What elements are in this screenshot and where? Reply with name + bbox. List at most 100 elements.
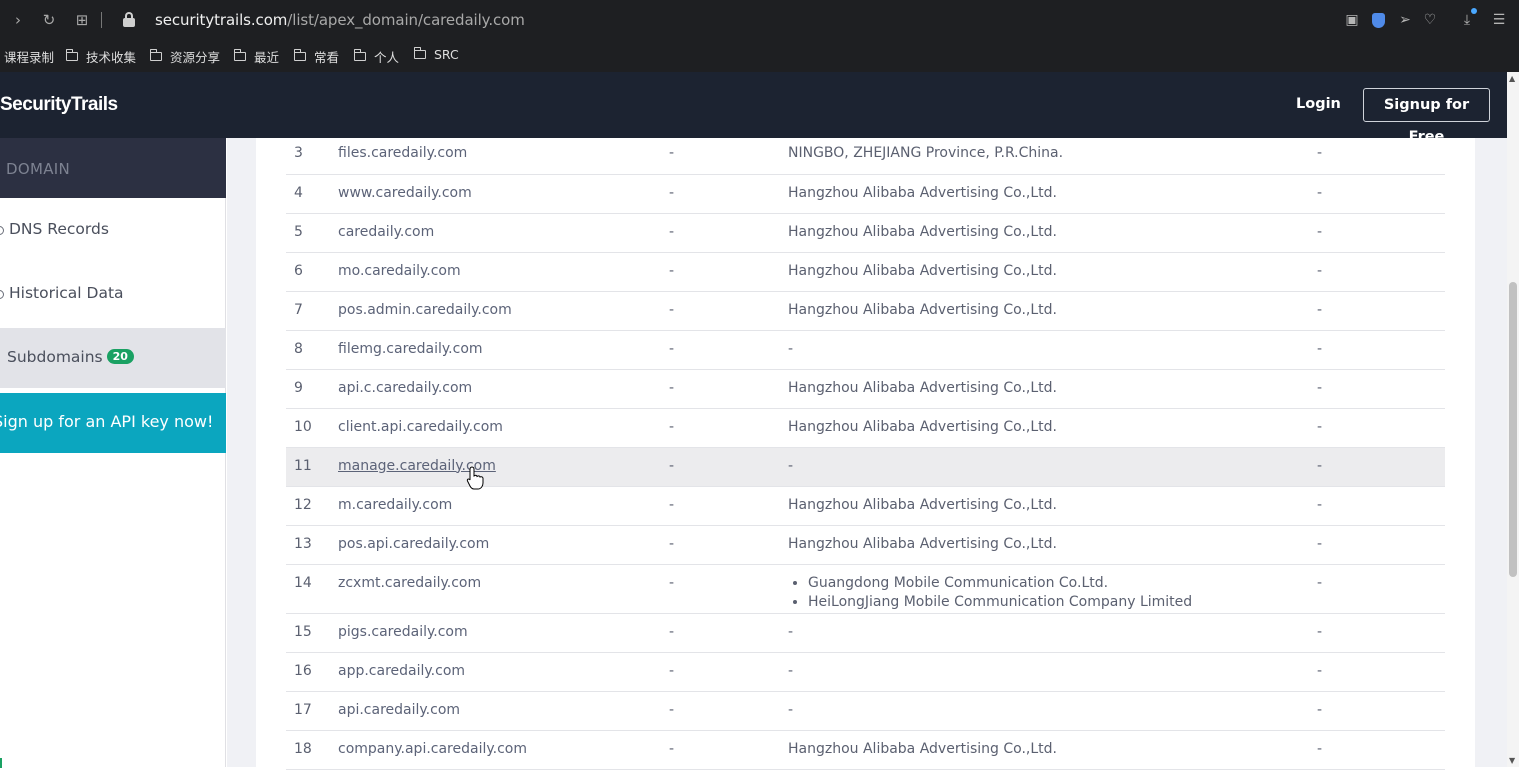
camera-icon[interactable]: ▣	[1343, 10, 1361, 30]
organization-cell: Hangzhou Alibaba Advertising Co.,Ltd.	[788, 369, 1317, 409]
row-cell: -	[1317, 486, 1445, 526]
lock-icon[interactable]	[123, 12, 135, 28]
api-key-cta[interactable]: Sign up for an API key now!	[0, 393, 226, 453]
bookmark-folder[interactable]: 资源分享	[150, 47, 220, 66]
row-number: 16	[286, 652, 338, 692]
sidebar-section-title: DOMAIN	[0, 138, 226, 198]
row-cell: -	[1317, 691, 1445, 731]
subdomain-link: app.caredaily.com	[338, 652, 669, 692]
row-cell: -	[669, 447, 788, 487]
row-cell: -	[669, 291, 788, 331]
tab-grid-icon[interactable]: ⊞	[72, 10, 92, 30]
row-cell: -	[1317, 408, 1445, 448]
row-cell: -	[669, 213, 788, 253]
radio-icon	[0, 290, 4, 299]
bookmark-folder[interactable]: SRC	[414, 47, 459, 62]
forward-icon[interactable]: ›	[8, 10, 28, 30]
sidebar-item-historical-data[interactable]: Historical Data	[0, 264, 226, 324]
scroll-down-icon[interactable]: ▼	[1509, 756, 1515, 765]
row-number: 4	[286, 174, 338, 214]
row-number: 5	[286, 213, 338, 253]
table-row: 11 manage.caredaily.com - - -	[286, 447, 1445, 487]
subdomain-link: api.c.caredaily.com	[338, 369, 669, 409]
row-number: 6	[286, 252, 338, 292]
heart-icon[interactable]: ♡	[1421, 10, 1439, 30]
menu-icon[interactable]: ☰	[1490, 10, 1508, 30]
folder-icon	[354, 49, 366, 61]
send-icon[interactable]: ➢	[1396, 10, 1414, 30]
shield-icon[interactable]	[1372, 13, 1385, 28]
row-cell: -	[1317, 730, 1445, 770]
organization-cell: -	[788, 447, 1317, 487]
table-row: 10 client.api.caredaily.com - Hangzhou Alib…	[286, 408, 1445, 448]
folder-icon	[66, 49, 78, 61]
row-cell: -	[669, 174, 788, 214]
organization-cell: Hangzhou Alibaba Advertising Co.,Ltd.	[788, 213, 1317, 253]
download-indicator	[1471, 8, 1477, 14]
row-cell: -	[1317, 291, 1445, 331]
row-number: 10	[286, 408, 338, 448]
row-cell: -	[1317, 369, 1445, 409]
table-row: 5 caredaily.com - Hangzhou Alibaba Advertis…	[286, 213, 1445, 253]
page-scrollbar[interactable]: ▲ ▼	[1507, 72, 1519, 767]
browser-chrome: › ↻ ⊞ securitytrails.com/list/apex_domai…	[0, 0, 1519, 72]
folder-icon	[234, 49, 246, 61]
row-cell: -	[669, 691, 788, 731]
bookmark-item[interactable]: 课程录制	[4, 47, 54, 66]
address-bar[interactable]: securitytrails.com/list/apex_domain/care…	[155, 11, 525, 29]
subdomain-link: manage.caredaily.com	[338, 447, 669, 487]
row-cell: -	[1317, 652, 1445, 692]
radio-icon	[0, 226, 4, 235]
row-cell: -	[1317, 252, 1445, 292]
organization-cell: NINGBO, ZHEJIANG Province, P.R.China.	[788, 135, 1317, 175]
row-cell: -	[1317, 330, 1445, 370]
hand-cursor-icon	[466, 466, 484, 490]
folder-icon	[294, 49, 306, 61]
bookmark-folder[interactable]: 个人	[354, 47, 399, 66]
organization-cell: -	[788, 652, 1317, 692]
table-row: 6 mo.caredaily.com - Hangzhou Alibaba Adver…	[286, 252, 1445, 292]
table-row: 8 filemg.caredaily.com - - -	[286, 330, 1445, 370]
site-logo[interactable]: SecurityTrails	[0, 94, 118, 116]
subdomain-count-badge: 20	[106, 349, 134, 364]
table-row: 13 pos.api.caredaily.com - Hangzhou Alibaba…	[286, 525, 1445, 565]
organization-cell: Hangzhou Alibaba Advertising Co.,Ltd.	[788, 525, 1317, 565]
row-cell: -	[669, 369, 788, 409]
row-cell: -	[669, 652, 788, 692]
row-number: 14	[286, 564, 338, 614]
scroll-up-icon[interactable]: ▲	[1509, 74, 1515, 83]
subdomains-table: 3 files.caredaily.com - NINGBO, ZHEJIANG Pr…	[286, 135, 1445, 770]
table-row: 15 pigs.caredaily.com - - -	[286, 613, 1445, 653]
table-row: 9 api.c.caredaily.com - Hangzhou Alibaba Ad…	[286, 369, 1445, 409]
sidebar-item-subdomains[interactable]: Subdomains 20	[0, 328, 226, 388]
row-number: 17	[286, 691, 338, 731]
table-row: 18 company.api.caredaily.com - Hangzhou Ali…	[286, 730, 1445, 770]
organization-cell: Hangzhou Alibaba Advertising Co.,Ltd.	[788, 486, 1317, 526]
organization-cell: Hangzhou Alibaba Advertising Co.,Ltd.	[788, 252, 1317, 292]
table-row: 3 files.caredaily.com - NINGBO, ZHEJIANG Pr…	[286, 135, 1445, 175]
row-cell: -	[669, 330, 788, 370]
row-cell: -	[669, 135, 788, 175]
row-number: 11	[286, 447, 338, 487]
site-header: SecurityTrails Login Signup for Free	[0, 72, 1507, 145]
subdomain-link: filemg.caredaily.com	[338, 330, 669, 370]
sidebar-item-dns-records[interactable]: DNS Records	[0, 200, 226, 260]
bookmark-folder[interactable]: 常看	[294, 47, 339, 66]
row-number: 9	[286, 369, 338, 409]
organization-item: HeiLongJiang Mobile Communication Compan…	[808, 591, 1317, 613]
organization-cell: -	[788, 691, 1317, 731]
subdomain-link: pigs.caredaily.com	[338, 613, 669, 653]
organization-cell: Hangzhou Alibaba Advertising Co.,Ltd.	[788, 408, 1317, 448]
login-link[interactable]: Login	[1296, 96, 1341, 112]
subdomain-link: company.api.caredaily.com	[338, 730, 669, 770]
bookmark-folder[interactable]: 最近	[234, 47, 279, 66]
bookmark-folder[interactable]: 技术收集	[66, 47, 136, 66]
scrollbar-thumb[interactable]	[1509, 282, 1517, 577]
folder-icon	[150, 49, 162, 61]
reload-icon[interactable]: ↻	[39, 10, 59, 30]
signup-button[interactable]: Signup for Free	[1363, 88, 1490, 145]
table-row: 4 www.caredaily.com - Hangzhou Alibaba Adve…	[286, 174, 1445, 214]
row-cell: -	[669, 613, 788, 653]
row-cell: -	[1317, 613, 1445, 653]
row-cell: -	[669, 525, 788, 565]
